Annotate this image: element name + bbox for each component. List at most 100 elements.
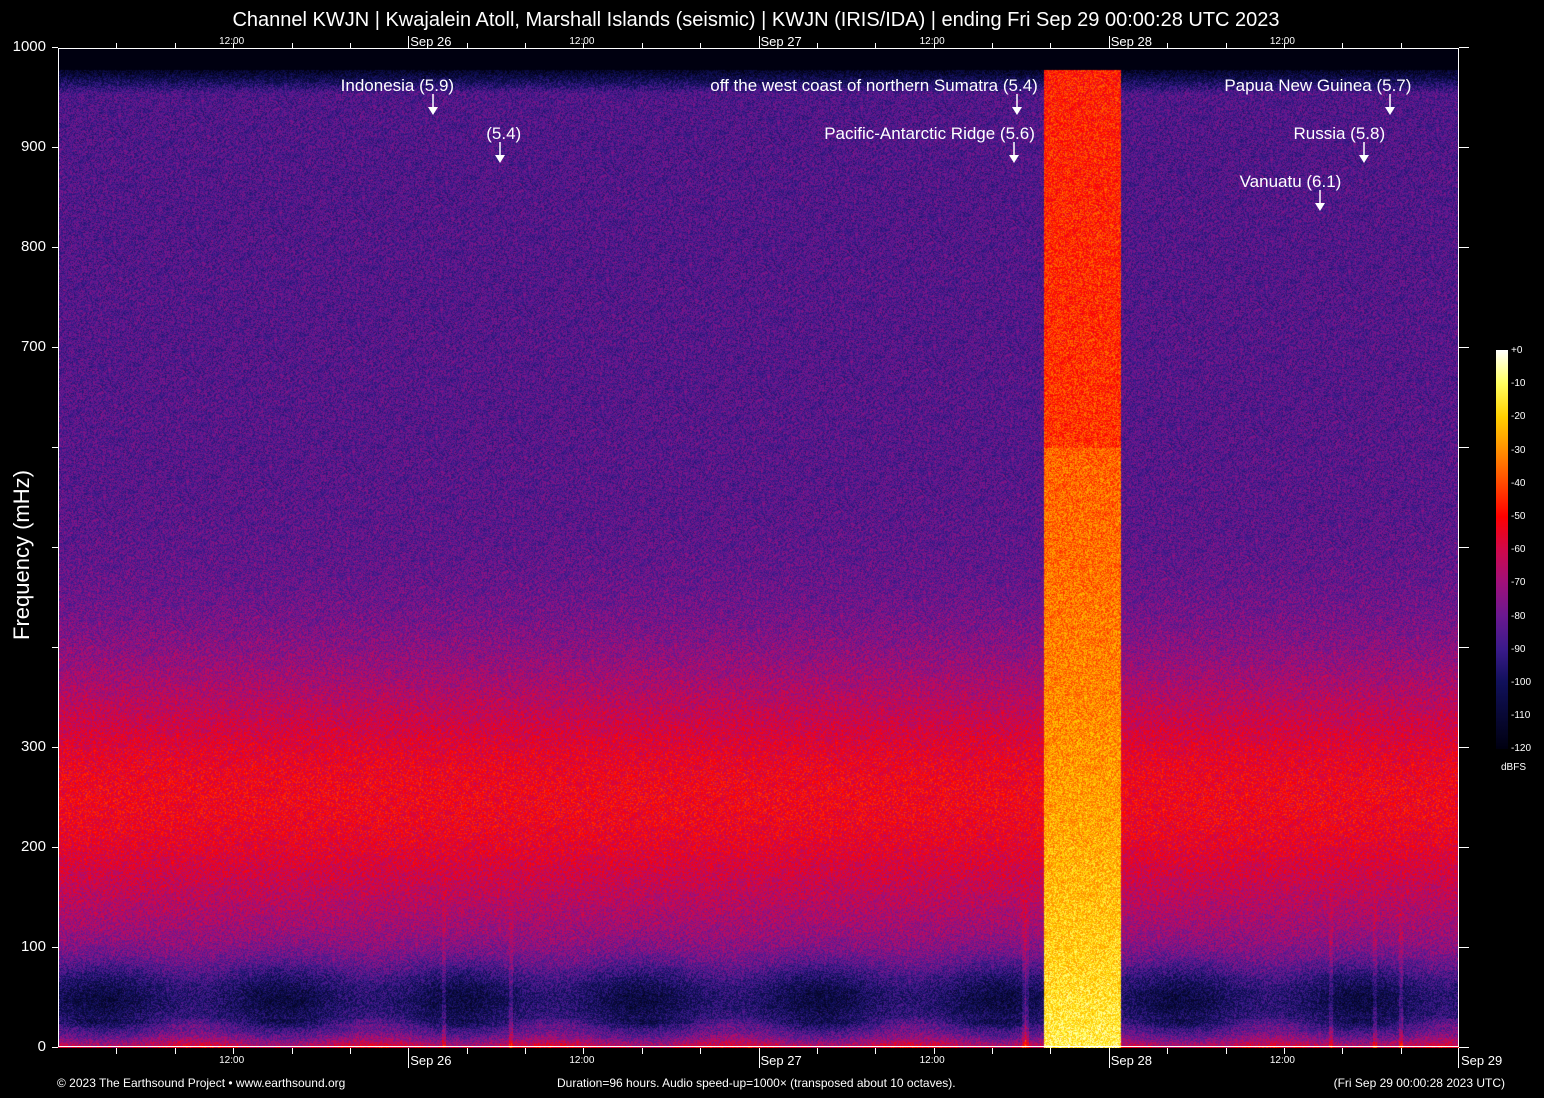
colorbar-tick-label: +0 — [1511, 345, 1523, 356]
y-tick-left — [52, 1047, 58, 1048]
x-tick-top — [291, 43, 293, 48]
y-tick-label: 100 — [20, 938, 46, 955]
x-tick-bottom — [1342, 1048, 1344, 1054]
down-arrow-icon — [1385, 94, 1396, 115]
y-tick-right — [1459, 547, 1469, 548]
end-time-text: (Fri Sep 29 00:00:28 2023 UTC) — [1333, 1076, 1505, 1090]
duration-text: Duration=96 hours. Audio speed-up=1000× … — [557, 1076, 956, 1090]
colorbar-tick-label: -70 — [1511, 577, 1526, 589]
y-axis-label: Frequency (mHz) — [9, 470, 34, 640]
x-tick-top — [116, 43, 118, 48]
x-tick-bottom — [700, 1048, 702, 1054]
x-tick-bottom — [1283, 1048, 1285, 1054]
y-tick-left — [52, 47, 58, 48]
event-label: off the west coast of northern Sumatra (… — [710, 76, 1038, 95]
colorbar-tick-label: -80 — [1511, 610, 1526, 622]
y-tick-label: 0 — [37, 1038, 46, 1055]
x-tick-bottom — [875, 1048, 877, 1054]
y-tick-left — [52, 347, 58, 348]
y-tick-right — [1459, 947, 1469, 948]
colorbar-tick-label: -40 — [1511, 477, 1526, 489]
x-tick-bottom — [1167, 1048, 1169, 1054]
x-tick-bottom — [816, 1048, 818, 1054]
x-tick-bottom — [933, 1048, 935, 1054]
down-arrow-icon — [1008, 142, 1019, 163]
chart-title: Channel KWJN | Kwajalein Atoll, Marshall… — [232, 9, 1280, 31]
x-tick-bottom — [992, 1048, 993, 1054]
down-arrow-icon — [1315, 190, 1326, 211]
x-tick-top — [758, 36, 760, 48]
colorbar-tick-label: -20 — [1511, 411, 1526, 423]
colorbar-tick-label: -30 — [1511, 444, 1526, 456]
x-tick-top — [1108, 36, 1110, 48]
x-tick-bottom — [525, 1048, 526, 1054]
y-tick-right — [1459, 1047, 1469, 1048]
y-tick-right — [1459, 147, 1469, 148]
x-tick-bottom — [291, 1048, 293, 1054]
colorbar-tick-label: -110 — [1511, 710, 1531, 722]
x-tick-label-bottom: Sep 29 — [1461, 1053, 1503, 1068]
x-minor-label-bottom: 12:00 — [1269, 1055, 1295, 1066]
y-tick-right — [1459, 747, 1469, 748]
y-tick-label: 900 — [20, 138, 46, 155]
y-tick-left — [52, 747, 58, 748]
x-tick-top — [1342, 43, 1344, 48]
x-tick-bottom — [408, 1048, 410, 1068]
x-tick-bottom — [1225, 1048, 1227, 1054]
y-tick-right — [1459, 847, 1469, 848]
spectrogram-plot — [58, 48, 1459, 1048]
x-tick-top — [1225, 43, 1227, 48]
x-tick-bottom — [349, 1048, 351, 1054]
event-label: Vanuatu (6.1) — [1239, 172, 1342, 191]
x-tick-bottom — [174, 1048, 176, 1054]
x-tick-top — [992, 43, 993, 48]
x-tick-top — [816, 43, 818, 48]
y-tick-right — [1459, 647, 1469, 648]
down-arrow-icon — [428, 94, 439, 115]
event-label: Russia (5.8) — [1293, 124, 1386, 143]
event-label: (5.4) — [486, 124, 522, 143]
colorbar-tick-label: -10 — [1511, 378, 1526, 390]
x-tick-bottom — [583, 1048, 585, 1054]
y-tick-right — [1459, 47, 1469, 48]
colorbar-unit: dBFS — [1501, 762, 1527, 773]
y-tick-left — [52, 947, 58, 948]
x-tick-bottom — [1108, 1048, 1110, 1068]
y-tick-left — [52, 247, 58, 248]
colorbar-tick-label: -50 — [1511, 511, 1526, 522]
x-tick-top — [525, 43, 526, 48]
x-minor-label-top: 12:00 — [1269, 36, 1295, 47]
x-minor-label-top: 12:00 — [919, 36, 945, 47]
y-tick-right — [1459, 347, 1469, 348]
y-tick-label: 800 — [20, 238, 46, 255]
colorbar-tick-label: -100 — [1511, 677, 1532, 688]
x-tick-top — [349, 43, 351, 48]
x-tick-label-bottom: Sep 27 — [760, 1053, 802, 1068]
x-tick-bottom — [1050, 1048, 1052, 1054]
y-tick-right — [1459, 247, 1469, 248]
colorbar — [1496, 350, 1508, 749]
x-tick-top — [1050, 43, 1052, 48]
x-tick-top — [408, 36, 410, 48]
x-tick-top — [1167, 43, 1169, 48]
x-minor-label-bottom: 12:00 — [219, 1055, 245, 1066]
y-tick-left — [52, 147, 58, 148]
x-tick-top — [466, 43, 468, 48]
down-arrow-icon — [1011, 94, 1022, 115]
x-tick-label-top: Sep 28 — [1110, 34, 1152, 49]
copyright-text: © 2023 The Earthsound Project • www.eart… — [57, 1076, 346, 1090]
x-tick-bottom — [1458, 1048, 1459, 1068]
x-tick-top — [174, 43, 176, 48]
spectrogram-heatmap — [58, 48, 1459, 1048]
x-tick-top — [1400, 43, 1402, 48]
x-tick-bottom — [1400, 1048, 1402, 1054]
colorbar-tick-label: -60 — [1511, 544, 1526, 556]
x-tick-bottom — [116, 1048, 118, 1054]
event-label: Pacific-Antarctic Ridge (5.6) — [824, 124, 1035, 143]
x-tick-label-bottom: Sep 26 — [410, 1053, 452, 1068]
down-arrow-icon — [1359, 142, 1370, 163]
y-tick-label: 300 — [20, 738, 46, 755]
y-tick-right — [1459, 447, 1469, 448]
y-tick-left — [52, 547, 58, 548]
down-arrow-icon — [495, 142, 506, 163]
